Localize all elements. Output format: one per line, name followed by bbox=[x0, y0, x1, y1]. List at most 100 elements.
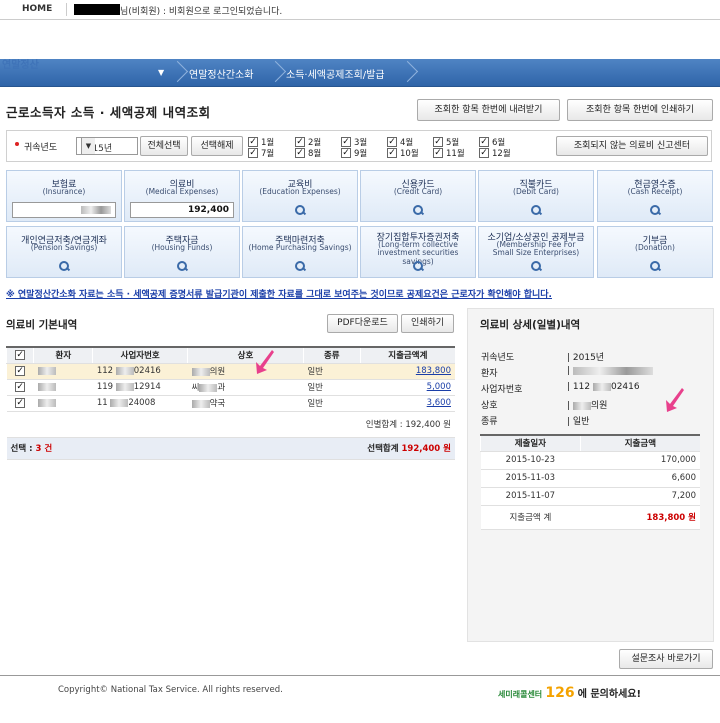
month-checkbox[interactable]: ✓ bbox=[387, 137, 397, 147]
home-link[interactable]: HOME bbox=[22, 4, 52, 14]
month-checkbox[interactable]: ✓ bbox=[248, 137, 258, 147]
search-icon[interactable] bbox=[650, 261, 660, 271]
main-nav: 연말정산 ▼ 연말정산간소화 소득·세액공제조회/발급 bbox=[0, 59, 720, 87]
card-amount-box bbox=[12, 202, 116, 218]
selected-count-cell: 선택 : 3 건 bbox=[6, 437, 188, 460]
patient-cell bbox=[33, 379, 93, 396]
bizno-cell: 11 24008 bbox=[92, 395, 188, 412]
search-icon[interactable] bbox=[531, 261, 541, 271]
col-amount: 지출금액계 bbox=[359, 346, 455, 364]
checkbox[interactable]: ✓ bbox=[15, 350, 26, 361]
table-header-row: 제출일자 지출금액 bbox=[480, 434, 700, 452]
col-patient: 환자 bbox=[33, 346, 93, 364]
month-label: 11월 bbox=[446, 149, 465, 159]
card-debit[interactable]: 직불카드 (Debit Card) bbox=[478, 170, 594, 222]
card-pension[interactable]: 개인연금저축/연금계좌 (Pension Savings) bbox=[6, 226, 122, 278]
table-row[interactable]: ✓ 112 02416 의원 일반 183,800 bbox=[6, 363, 455, 380]
table-row[interactable]: ✓ 119 12914 씨과 일반 5,000 bbox=[6, 379, 455, 396]
field-label: 귀속년도 bbox=[481, 353, 515, 363]
card-subtitle-2: Small Size Enterprises) bbox=[492, 248, 580, 257]
card-small-business[interactable]: 소기업/소상공인 공제부금 (Membership Fee For Small … bbox=[478, 226, 594, 278]
select-all-button[interactable]: 전체선택 bbox=[140, 136, 188, 156]
table-row[interactable]: ✓ 11 24008 약국 일반 3,600 bbox=[6, 395, 455, 412]
type-cell: 일반 bbox=[303, 395, 361, 412]
breadcrumb-level1[interactable]: 연말정산간소화 bbox=[189, 66, 253, 81]
card-insurance[interactable]: 보험료 (Insurance) bbox=[6, 170, 122, 222]
select-all-checkbox-cell[interactable]: ✓ bbox=[5, 346, 34, 364]
field-label: 환자 bbox=[481, 369, 498, 379]
subtotal-row: 인별합계 : 192,400 원 bbox=[6, 411, 455, 438]
callcenter-banner[interactable]: 세미래콜센터 126 에 문의하세요! bbox=[498, 685, 641, 701]
month-label: 7월 bbox=[261, 149, 275, 159]
month-checkbox[interactable]: ✓ bbox=[248, 148, 258, 158]
card-medical[interactable]: 의료비 (Medical Expenses) 192,400 bbox=[124, 170, 240, 222]
deselect-all-button[interactable]: 선택해제 bbox=[191, 136, 243, 156]
search-icon[interactable] bbox=[177, 261, 187, 271]
card-amount: 192,400 bbox=[130, 202, 234, 218]
field-value: | 112 02416 bbox=[567, 382, 640, 392]
month-checkbox[interactable]: ✓ bbox=[341, 137, 351, 147]
total-row: 지출금액 계 183,800 원 bbox=[480, 505, 700, 530]
menu-dropdown[interactable]: 연말정산 ▼ bbox=[0, 59, 178, 87]
month-checkbox[interactable]: ✓ bbox=[433, 148, 443, 158]
card-subtitle: (Home Purchasing Savings) bbox=[248, 243, 352, 252]
month-checkbox[interactable]: ✓ bbox=[479, 148, 489, 158]
month-checkbox[interactable]: ✓ bbox=[295, 148, 305, 158]
print-all-button[interactable]: 조회한 항목 한번에 인쇄하기 bbox=[567, 99, 713, 121]
pdf-download-button[interactable]: PDF다운로드 bbox=[327, 314, 398, 333]
card-education[interactable]: 교육비 (Education Expenses) bbox=[242, 170, 358, 222]
search-icon[interactable] bbox=[531, 205, 541, 215]
row-checkbox[interactable]: ✓ bbox=[15, 366, 26, 376]
card-housing[interactable]: 주택자금 (Housing Funds) bbox=[124, 226, 240, 278]
month-checkbox[interactable]: ✓ bbox=[295, 137, 305, 147]
search-icon[interactable] bbox=[650, 205, 660, 215]
copyright: Copyright© National Tax Service. All rig… bbox=[58, 685, 283, 695]
amount-link[interactable]: 3,600 bbox=[427, 398, 451, 408]
card-home-savings[interactable]: 주택마련저축 (Home Purchasing Savings) bbox=[242, 226, 358, 278]
amount-cell: 170,000 bbox=[580, 451, 700, 470]
card-subtitle: (Housing Funds) bbox=[151, 243, 213, 252]
survey-button[interactable]: 설문조사 바로가기 bbox=[619, 649, 713, 669]
card-subtitle: (Cash Receipt) bbox=[627, 187, 683, 196]
breadcrumb-level2[interactable]: 소득·세액공제조회/발급 bbox=[286, 66, 385, 81]
nav-logo[interactable]: 연말정산 bbox=[2, 56, 39, 71]
month-checkbox[interactable]: ✓ bbox=[479, 137, 489, 147]
medical-report-center-button[interactable]: 조회되지 않는 의료비 신고센터 bbox=[556, 136, 708, 156]
amount-cell: 6,600 bbox=[580, 469, 700, 488]
search-icon[interactable] bbox=[59, 261, 69, 271]
month-checkbox[interactable]: ✓ bbox=[341, 148, 351, 158]
amount-link[interactable]: 183,800 bbox=[416, 366, 451, 376]
basic-list-table: ✓ 환자 사업자번호 상호 종류 지출금액계 ✓ 112 02416 의원 일반… bbox=[5, 346, 455, 460]
month-checkbox[interactable]: ✓ bbox=[433, 137, 443, 147]
search-icon[interactable] bbox=[295, 261, 305, 271]
pointer-arrow-icon bbox=[256, 350, 274, 374]
basic-list-title: 의료비 기본내역 bbox=[6, 319, 78, 331]
table-row: 2015-11-03 6,600 bbox=[480, 469, 700, 488]
year-select[interactable]: 2015년 ▼ bbox=[76, 137, 138, 155]
card-cash[interactable]: 현금영수증 (Cash Receipt) bbox=[597, 170, 713, 222]
type-cell: 일반 bbox=[303, 379, 361, 396]
month-checkbox[interactable]: ✓ bbox=[387, 148, 397, 158]
card-credit[interactable]: 신용카드 (Credit Card) bbox=[360, 170, 476, 222]
year-label: 귀속년도 bbox=[24, 143, 58, 153]
amount-cell: 7,200 bbox=[580, 487, 700, 506]
print-button[interactable]: 인쇄하기 bbox=[401, 314, 454, 333]
download-all-button[interactable]: 조회한 항목 한번에 내려받기 bbox=[417, 99, 560, 121]
amount-link[interactable]: 5,000 bbox=[427, 382, 451, 392]
search-icon[interactable] bbox=[413, 261, 423, 271]
search-icon[interactable] bbox=[413, 205, 423, 215]
footer-divider bbox=[0, 675, 720, 676]
table-row: 2015-11-07 7,200 bbox=[480, 487, 700, 506]
search-icon[interactable] bbox=[295, 205, 305, 215]
patient-cell bbox=[33, 395, 93, 412]
col-amount: 지출금액 bbox=[579, 434, 700, 452]
field-label: 종류 bbox=[481, 417, 498, 427]
row-checkbox[interactable]: ✓ bbox=[15, 382, 26, 392]
row-checkbox[interactable]: ✓ bbox=[15, 398, 26, 408]
notice-text[interactable]: ※ 연말정산간소화 자료는 소득 · 세액공제 증명서류 발급기관이 제출한 자… bbox=[6, 287, 552, 300]
card-long-term[interactable]: 장기집합투자증권저축 (Long-term collective investm… bbox=[360, 226, 476, 278]
caret-down-icon[interactable]: ▼ bbox=[158, 68, 164, 77]
field-value: | 2015년 bbox=[567, 353, 605, 363]
dropdown-arrow-icon[interactable]: ▼ bbox=[81, 138, 95, 154]
card-donation[interactable]: 기부금 (Donation) bbox=[597, 226, 713, 278]
